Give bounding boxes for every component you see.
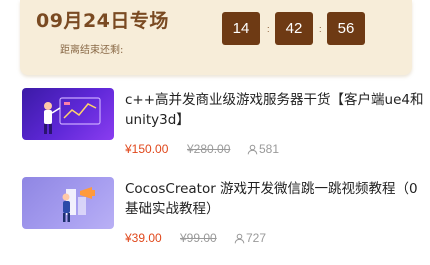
countdown-label: 距离结束还剩: [60,45,124,56]
countdown-hours: 14 [222,12,260,45]
course-price: ¥150.00 [125,142,169,156]
marketing-illustration-icon [62,187,95,222]
course-list-item[interactable]: c++高并发商业级游戏服务器干货【客户端ue4和unity3d】 ¥150.00… [22,88,425,168]
course-views: 727 [234,231,266,245]
countdown-separator: : [319,24,322,34]
people-icon [247,144,258,154]
flash-sale-title: 09月24日专场 [36,10,169,32]
flash-sale-banner: 09月24日专场 距离结束还剩: 14 : 42 : 56 [20,0,412,75]
course-views-count: 727 [246,231,267,245]
course-views-count: 581 [259,142,280,156]
countdown-seconds: 56 [327,12,365,45]
course-thumbnail[interactable] [22,177,114,229]
course-original-price: ¥99.00 [180,231,217,245]
course-title[interactable]: c++高并发商业级游戏服务器干货【客户端ue4和unity3d】 [125,90,425,130]
course-title[interactable]: CocosCreator 游戏开发微信跳一跳视频教程（0基础实战教程） [125,179,425,219]
countdown-minutes: 42 [275,12,313,45]
course-original-price: ¥280.00 [187,142,231,156]
course-list-item[interactable]: CocosCreator 游戏开发微信跳一跳视频教程（0基础实战教程） ¥39.… [22,177,422,257]
presentation-illustration-icon [44,97,101,134]
course-thumbnail[interactable] [22,88,114,140]
countdown-separator: : [267,24,270,34]
course-price: ¥39.00 [125,231,162,245]
course-views: 581 [247,142,279,156]
people-icon [234,233,245,243]
